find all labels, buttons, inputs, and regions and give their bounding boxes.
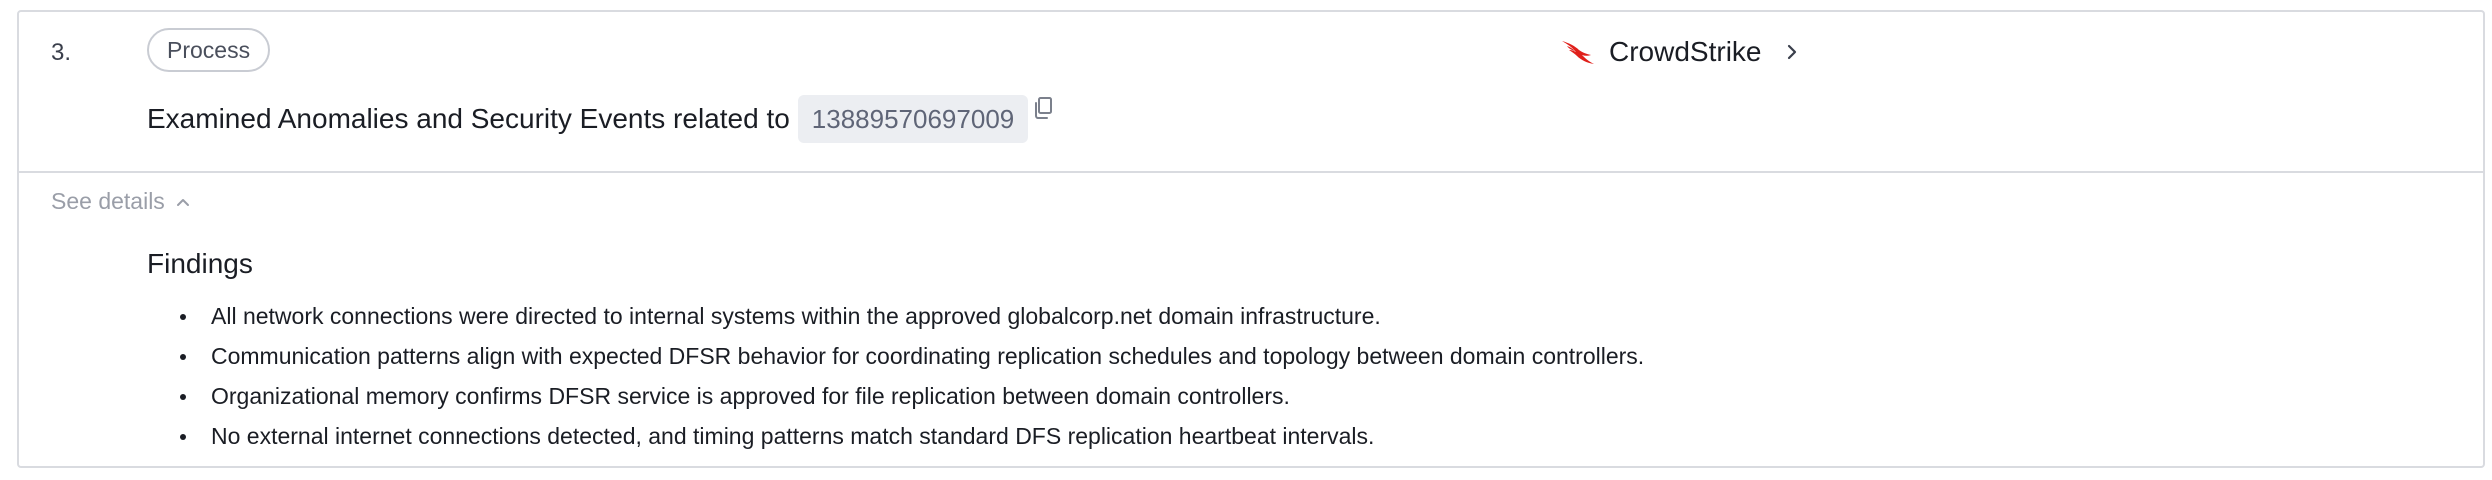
findings-heading: Findings bbox=[147, 248, 253, 279]
finding-text: Organizational memory confirms DFSR serv… bbox=[211, 383, 1290, 409]
copy-icon[interactable] bbox=[1032, 96, 1054, 120]
finding-item: All network connections were directed to… bbox=[147, 296, 2347, 336]
chevron-up-icon bbox=[175, 194, 191, 210]
step-title-row: Examined Anomalies and Security Events r… bbox=[147, 94, 1054, 144]
finding-text: Communication patterns align with expect… bbox=[211, 343, 1645, 369]
see-details-label: See details bbox=[51, 188, 165, 214]
chevron-right-icon bbox=[1783, 43, 1801, 61]
finding-item: Communication patterns align with expect… bbox=[147, 336, 2347, 376]
source-link[interactable]: CrowdStrike bbox=[1561, 32, 1801, 72]
finding-item: Organizational memory confirms DFSR serv… bbox=[147, 376, 2347, 416]
findings-section: Findings All network connections were di… bbox=[147, 248, 2347, 456]
step-title: Examined Anomalies and Security Events r… bbox=[147, 103, 790, 134]
bullet-icon bbox=[180, 354, 186, 360]
bullet-icon bbox=[180, 394, 186, 400]
falcon-icon bbox=[1561, 37, 1595, 67]
entity-id-chip: 13889570697009 bbox=[797, 95, 1029, 143]
finding-text: All network connections were directed to… bbox=[211, 303, 1381, 329]
findings-list: All network connections were directed to… bbox=[147, 296, 2347, 456]
bullet-icon bbox=[180, 314, 186, 320]
finding-text: No external internet connections detecte… bbox=[211, 423, 1375, 449]
source-name: CrowdStrike bbox=[1609, 36, 1762, 67]
step-card: 3. Process CrowdStrike Examined Anomalie… bbox=[17, 10, 2485, 468]
type-badge: Process bbox=[147, 28, 271, 72]
finding-item: No external internet connections detecte… bbox=[147, 416, 2347, 456]
see-details-toggle[interactable]: See details bbox=[51, 188, 191, 215]
step-number: 3. bbox=[51, 39, 72, 66]
step-header: 3. Process CrowdStrike Examined Anomalie… bbox=[19, 12, 2483, 173]
bullet-icon bbox=[180, 434, 186, 440]
